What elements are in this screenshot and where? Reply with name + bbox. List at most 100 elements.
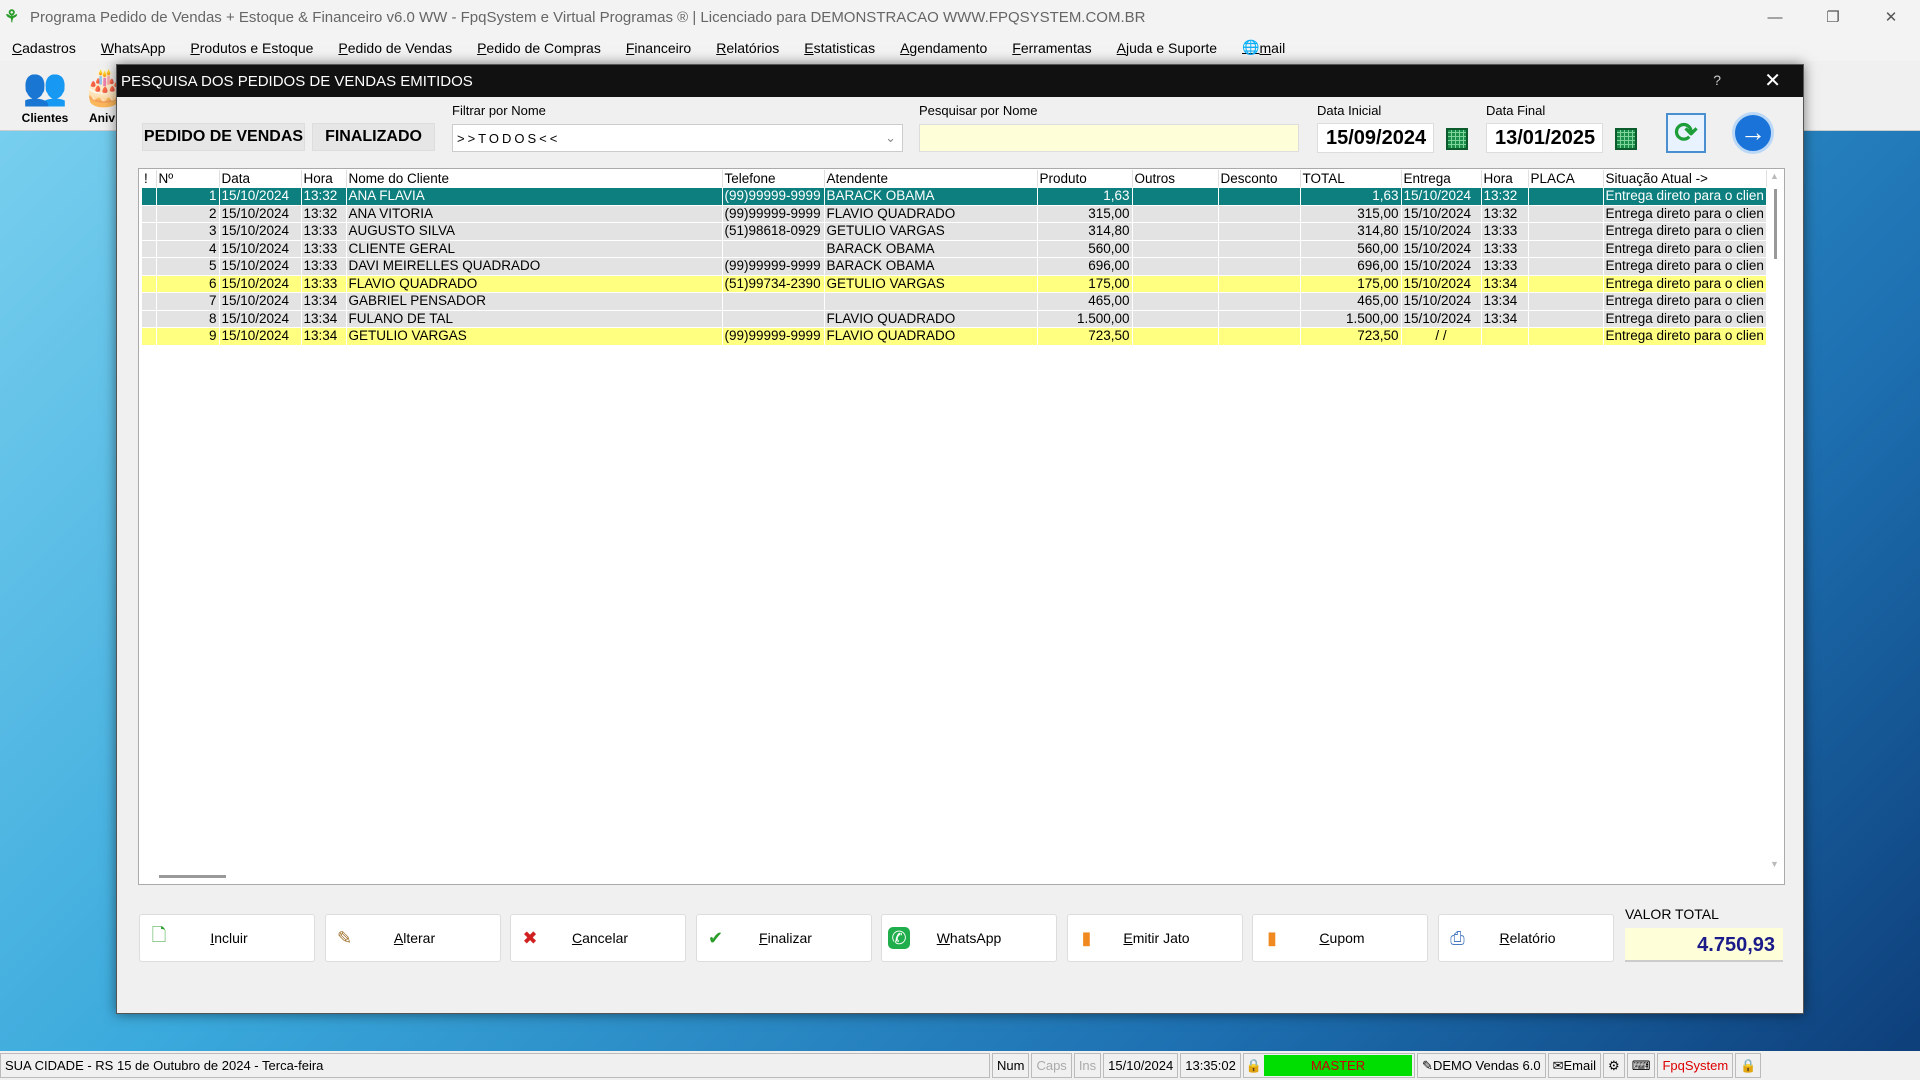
column-header[interactable]: Desconto (1218, 170, 1301, 188)
column-header[interactable]: Produto (1037, 170, 1133, 188)
column-header[interactable]: Hora (1481, 170, 1529, 188)
settings-icon[interactable]: ⚙ (1603, 1053, 1625, 1078)
minimize-button[interactable]: — (1746, 0, 1804, 34)
cell-produto: 560,00 (1037, 240, 1133, 258)
menu-estatisticas[interactable]: Estatisticas (804, 40, 875, 56)
cell-tel: (99)99999-9999 (722, 205, 825, 223)
add-document-icon: 🗋 (151, 925, 167, 945)
menu-produtos-e-estoque[interactable]: Produtos e Estoque (190, 40, 313, 56)
cancelar-button[interactable]: ✖ Cancelar (510, 914, 686, 962)
whatsapp-icon: ✆ (888, 927, 910, 949)
column-header[interactable]: Entrega (1401, 170, 1482, 188)
cell-placa (1528, 222, 1604, 241)
cell-atendente: FLAVIO QUADRADO (824, 310, 1038, 328)
restore-button[interactable]: ❐ (1804, 0, 1862, 34)
column-header[interactable]: Situação Atual -> (1603, 170, 1767, 188)
cell-outros (1132, 240, 1219, 258)
table-row[interactable]: 4 15/10/2024 13:33 CLIENTE GERAL BARACK OBAM… (142, 240, 1767, 258)
vertical-scroll-thumb[interactable] (1774, 189, 1777, 259)
column-header[interactable]: Atendente (824, 170, 1038, 188)
status-ins: Ins (1073, 1053, 1102, 1078)
cell-entrega: 15/10/2024 (1401, 292, 1482, 311)
table-row[interactable]: 1 15/10/2024 13:32 ANA FLAVIA (99)99999-9999… (142, 187, 1767, 206)
help-button[interactable]: ? (1713, 72, 1721, 88)
menu-cadastros[interactable]: Cadastros (12, 40, 76, 56)
column-header[interactable]: TOTAL (1300, 170, 1402, 188)
search-by-name-input[interactable] (919, 124, 1299, 152)
toolbar-clientes-button[interactable]: 👥 Clientes (10, 63, 80, 125)
cell-hora-ent: 13:33 (1481, 222, 1529, 241)
column-header[interactable]: Nº (156, 170, 220, 188)
orders-grid[interactable]: ! Nº Data Hora Nome do Cliente Telefone Atende… (138, 168, 1785, 885)
cell-desconto (1218, 257, 1301, 276)
table-row[interactable]: 5 15/10/2024 13:33 DAVI MEIRELLES QUADRADO(… (142, 257, 1767, 276)
cell-entrega: 15/10/2024 (1401, 257, 1482, 276)
filter-by-name-select[interactable]: >>TODOS<< ⌄ (452, 124, 903, 152)
cell-total: 175,00 (1300, 275, 1402, 293)
refresh-icon[interactable]: ⟳ (1666, 113, 1706, 153)
keyboard-icon[interactable]: ⌨ (1626, 1053, 1656, 1078)
vertical-scrollbar[interactable]: ▲ ▼ (1767, 169, 1781, 869)
close-window-button[interactable]: ✕ (1862, 0, 1920, 34)
menu-pedido-de-vendas[interactable]: Pedido de Vendas (338, 40, 452, 56)
cell-produto: 723,50 (1037, 327, 1133, 346)
cell-outros (1132, 257, 1219, 276)
column-header[interactable]: Data (219, 170, 302, 188)
column-header[interactable]: ! (142, 170, 157, 188)
status-date: 15/10/2024 (1103, 1053, 1179, 1078)
finalizar-button[interactable]: ✔ Finalizar (695, 914, 872, 962)
finalizado-tag: FINALIZADO (312, 123, 435, 151)
cell-hora: 13:33 (301, 257, 347, 276)
cell-produto: 1.500,00 (1037, 310, 1133, 328)
column-header[interactable]: PLACA (1528, 170, 1604, 188)
incluir-button[interactable]: 🗋 Incluir (139, 914, 315, 962)
column-header[interactable]: Hora (301, 170, 347, 188)
cell-situacao: Entrega direto para o clien (1603, 275, 1767, 293)
dialog-close-button[interactable]: ✕ (1764, 68, 1781, 93)
status-email-button[interactable]: ✉ Email (1547, 1053, 1602, 1078)
menu-ajuda-e-suporte[interactable]: Ajuda e Suporte (1117, 40, 1217, 56)
cell-hora: 13:33 (301, 240, 347, 258)
cell-entrega: 15/10/2024 (1401, 187, 1482, 206)
menu-whatsapp[interactable]: WhatsApp (101, 40, 166, 56)
cell-situacao: Entrega direto para o clien (1603, 327, 1767, 346)
table-row[interactable]: 2 15/10/2024 13:32 ANA VITORIA (99)99999-999… (142, 205, 1767, 223)
cell-hora: 13:33 (301, 275, 347, 293)
date-start-input[interactable]: 15/09/2024 (1317, 123, 1434, 153)
alterar-button[interactable]: ✎ Alterar (324, 914, 501, 962)
table-row[interactable]: 9 15/10/2024 13:34 GETULIO VARGAS (99)99999-… (142, 327, 1767, 346)
emitir-jato-button[interactable]: ▮ Emitir Jato (1066, 914, 1243, 962)
table-row[interactable]: 3 15/10/2024 13:33 AUGUSTO SILVA (51)98618-0… (142, 222, 1767, 241)
column-header[interactable]: Nome do Cliente (346, 170, 723, 188)
menu-agendamento[interactable]: Agendamento (900, 40, 987, 56)
cell-hora: 13:34 (301, 327, 347, 346)
whatsapp-button[interactable]: ✆ WhatsApp (881, 914, 1057, 962)
cell-outros (1132, 205, 1219, 223)
column-header[interactable]: Telefone (722, 170, 825, 188)
cell-data: 15/10/2024 (219, 205, 302, 223)
cell-total: 560,00 (1300, 240, 1402, 258)
table-row[interactable]: 7 15/10/2024 13:34 GABRIEL PENSADOR 465,00 46… (142, 292, 1767, 311)
cell-desconto (1218, 205, 1301, 223)
cell-n: 6 (156, 275, 220, 293)
menu-mail[interactable]: mail (1260, 40, 1286, 56)
table-row[interactable]: 6 15/10/2024 13:33 FLAVIO QUADRADO (51)99734… (142, 275, 1767, 293)
cell-hora: 13:34 (301, 310, 347, 328)
menu-financeiro[interactable]: Financeiro (626, 40, 691, 56)
menu-relat-rios[interactable]: Relatórios (716, 40, 779, 56)
relat-rio-button[interactable]: ⎙ Relatório (1437, 914, 1614, 962)
cupom-button[interactable]: ▮ Cupom (1252, 914, 1428, 962)
button-label: Emitir Jato (1123, 930, 1190, 946)
horizontal-scroll-thumb[interactable] (159, 875, 226, 878)
date-end-input[interactable]: 13/01/2025 (1486, 123, 1603, 153)
menu-ferramentas[interactable]: Ferramentas (1012, 40, 1091, 56)
table-row[interactable]: 8 15/10/2024 13:34 FULANO DE TAL FLAVIO QUAD… (142, 310, 1767, 328)
printer-icon: ⎙ (1450, 927, 1465, 948)
arrow-right-icon[interactable]: → (1732, 112, 1774, 154)
calendar-icon[interactable] (1446, 128, 1468, 150)
calendar-icon[interactable] (1615, 128, 1637, 150)
cell-atendente: FLAVIO QUADRADO (824, 327, 1038, 346)
cell-atendente: BARACK OBAMA (824, 187, 1038, 206)
column-header[interactable]: Outros (1132, 170, 1219, 188)
menu-pedido-de-compras[interactable]: Pedido de Compras (477, 40, 601, 56)
